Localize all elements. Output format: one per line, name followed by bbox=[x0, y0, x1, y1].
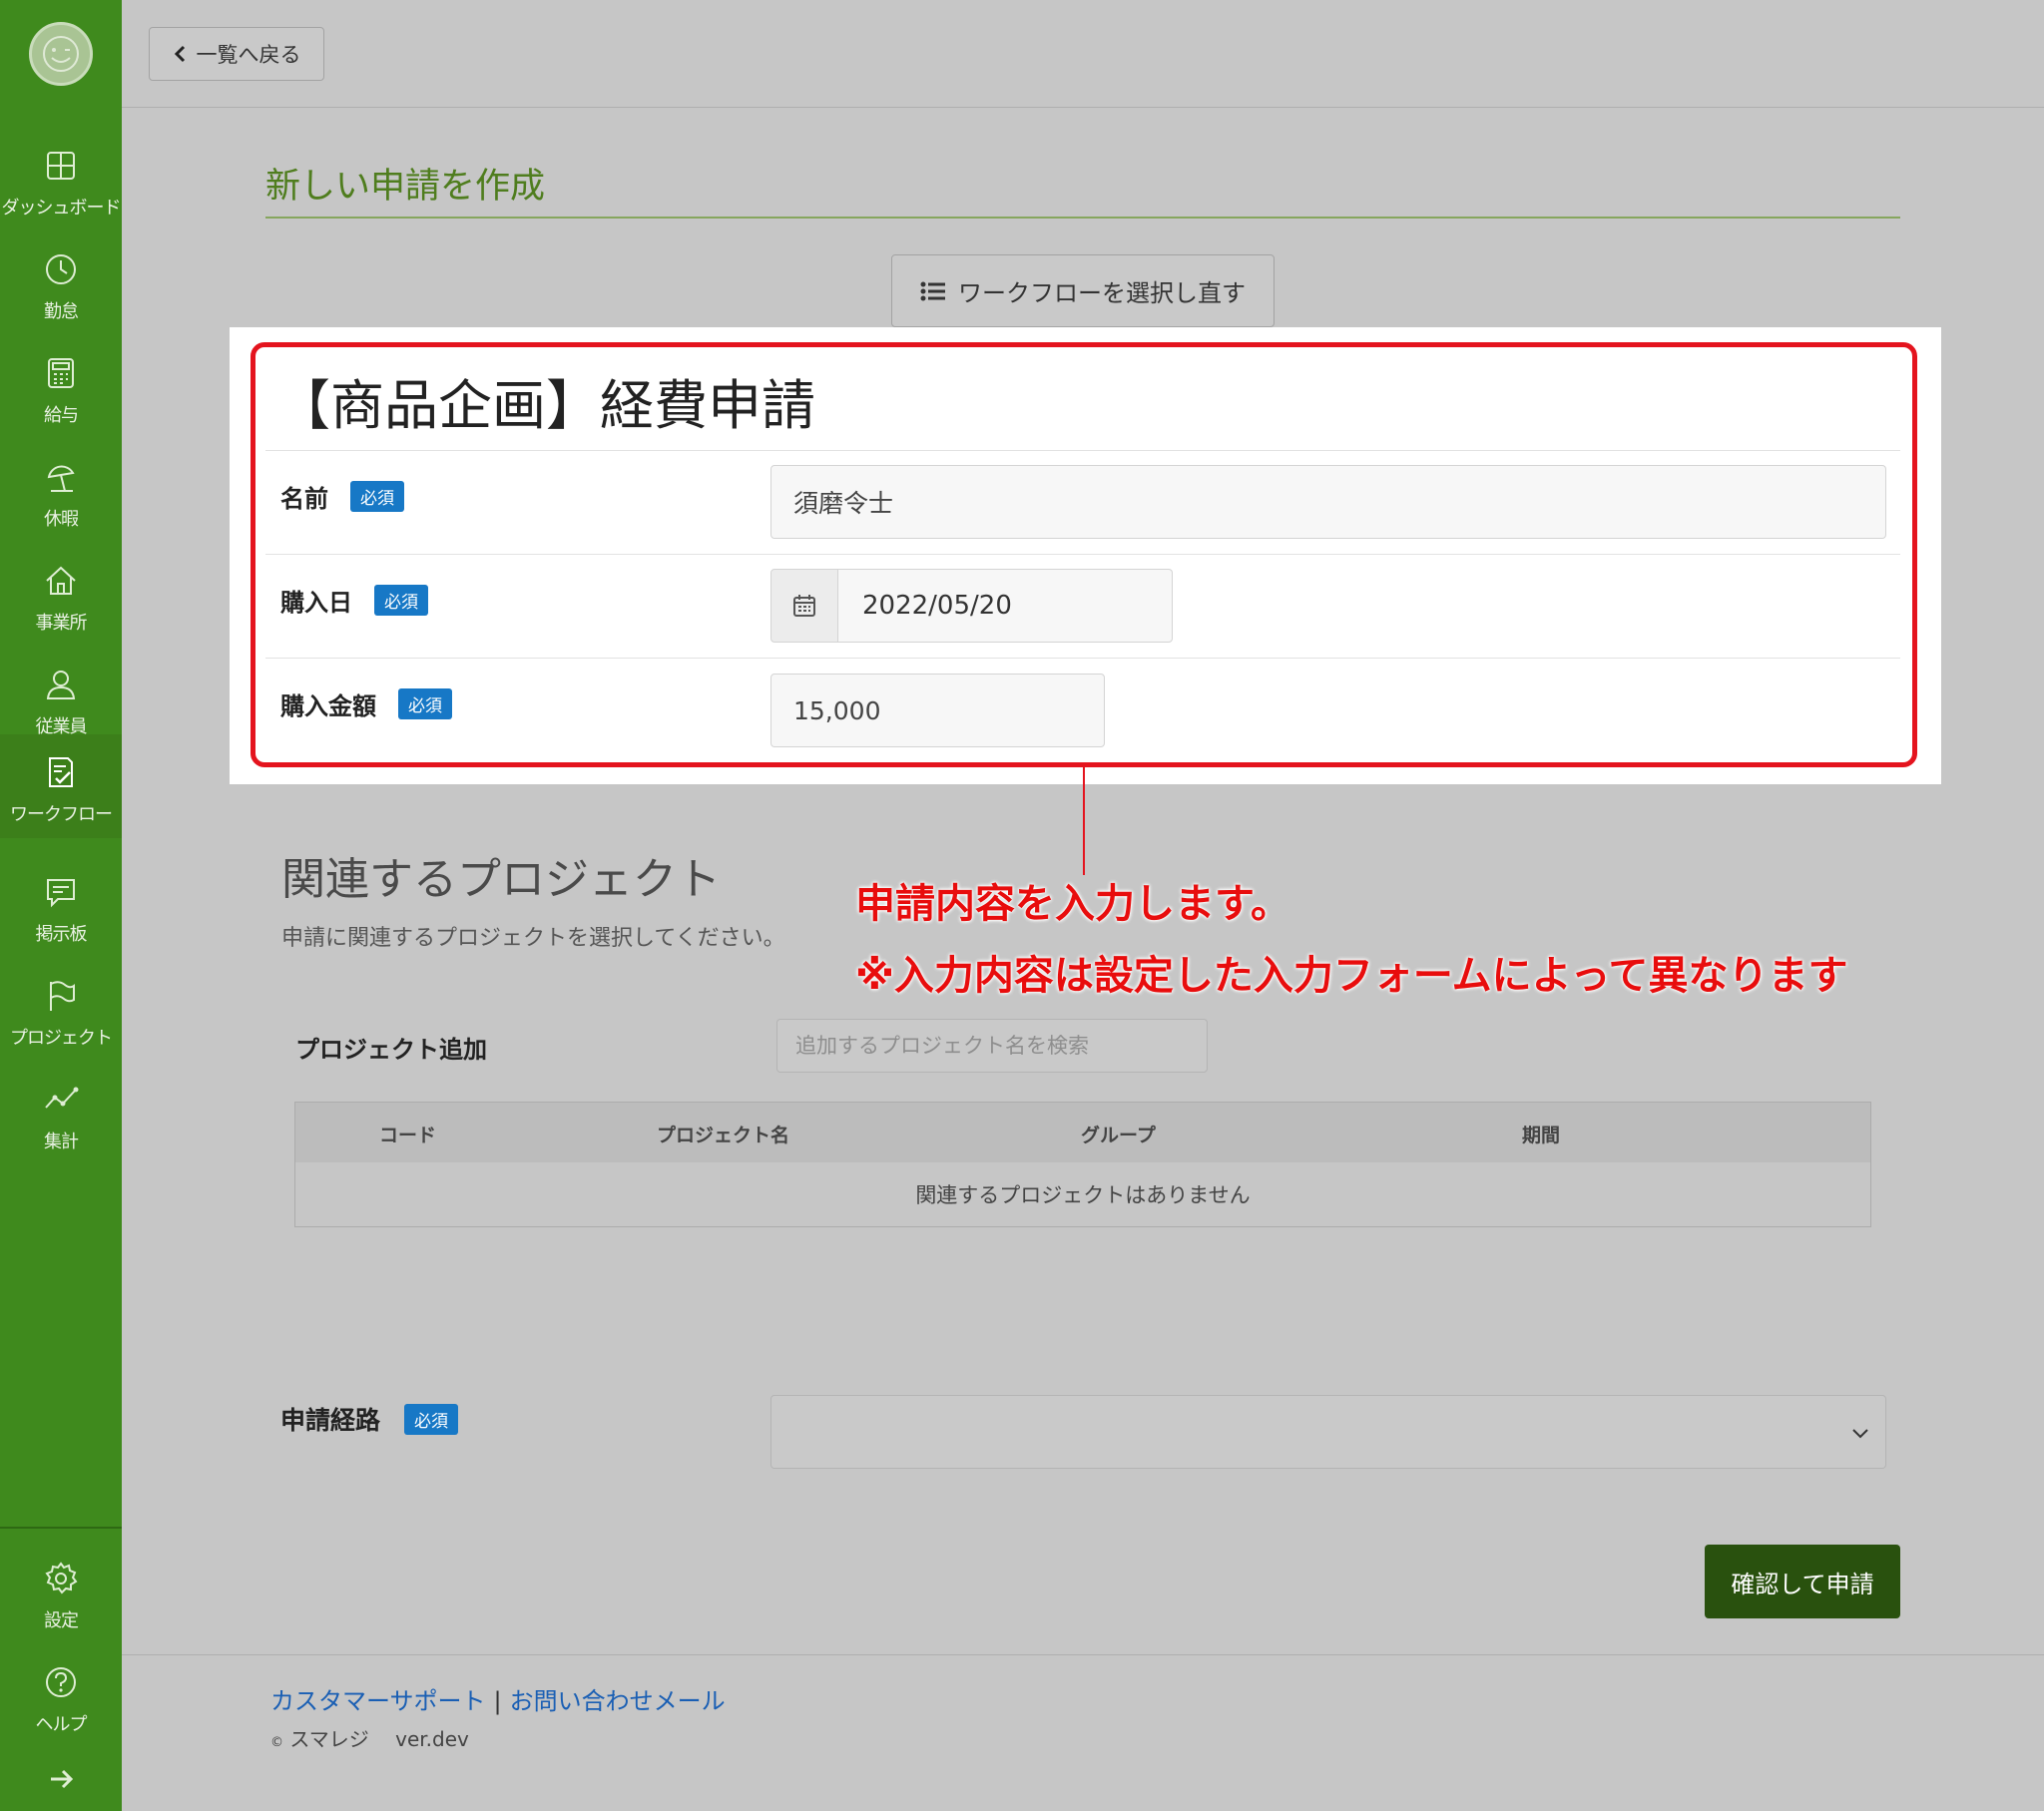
purchase-date-field-label: 購入日 必須 bbox=[280, 583, 428, 618]
help-icon bbox=[46, 1667, 76, 1697]
contact-mail-link[interactable]: お問い合わせメール bbox=[510, 1687, 726, 1715]
sidebar-item-reports[interactable]: 集計 bbox=[0, 1062, 122, 1165]
name-input[interactable]: 須磨令士 bbox=[770, 465, 1886, 539]
purchase-date-value: 2022/05/20 bbox=[862, 591, 1012, 621]
purchase-date-label-text: 購入日 bbox=[280, 589, 352, 617]
sidebar-item-label: プロジェクト bbox=[10, 1028, 113, 1049]
chevron-down-icon bbox=[1852, 1429, 1868, 1439]
list-icon bbox=[920, 281, 945, 300]
form-title: 【商品企画】経費申請 bbox=[276, 374, 815, 437]
back-to-list-label: 一覧へ戻る bbox=[196, 43, 301, 67]
purchase-amount-label-text: 購入金額 bbox=[280, 692, 376, 720]
sidebar-item-label: ヘルプ bbox=[35, 1714, 88, 1735]
related-projects-title: 関連するプロジェクト bbox=[281, 854, 721, 905]
sidebar-item-project[interactable]: プロジェクト bbox=[0, 958, 122, 1062]
expand-sidebar-icon[interactable] bbox=[43, 1764, 79, 1794]
purchase-amount-input[interactable]: 15,000 bbox=[770, 674, 1105, 747]
sidebar-item-attendance[interactable]: 勤怠 bbox=[0, 231, 122, 335]
approval-route-label-text: 申請経路 bbox=[280, 1406, 381, 1435]
copyright: © スマレジ ver.dev bbox=[270, 1723, 469, 1752]
footer-divider bbox=[122, 1654, 2044, 1655]
column-header-project-name: プロジェクト名 bbox=[657, 1125, 790, 1146]
sidebar-item-payroll[interactable]: 給与 bbox=[0, 335, 122, 439]
purchase-date-picker: 2022/05/20 bbox=[770, 569, 1173, 643]
column-header-group: グループ bbox=[1081, 1125, 1156, 1146]
sidebar-item-label: 勤怠 bbox=[44, 301, 79, 322]
row-divider bbox=[265, 554, 1900, 555]
page-title: 新しい申請を作成 bbox=[265, 167, 546, 207]
sidebar-item-settings[interactable]: 設定 bbox=[0, 1541, 122, 1644]
project-search-input[interactable] bbox=[776, 1019, 1208, 1073]
required-badge: 必須 bbox=[350, 481, 404, 512]
purchase-amount-field-label: 購入金額 必須 bbox=[280, 686, 452, 721]
purchase-date-input[interactable]: 2022/05/20 bbox=[838, 569, 1173, 643]
copyright-symbol: © bbox=[270, 1735, 283, 1750]
chevron-left-icon bbox=[174, 45, 185, 63]
calendar-icon bbox=[793, 595, 815, 617]
required-badge: 必須 bbox=[404, 1403, 459, 1435]
line-chart-icon bbox=[45, 1087, 79, 1109]
sidebar-item-label: 給与 bbox=[44, 405, 79, 426]
column-header-code: コード bbox=[379, 1125, 437, 1146]
document-check-icon bbox=[49, 757, 73, 787]
person-icon bbox=[46, 671, 76, 699]
smiley-icon bbox=[43, 36, 79, 72]
sidebar-item-label: 掲示板 bbox=[35, 924, 88, 945]
calendar-button[interactable] bbox=[770, 569, 838, 643]
sidebar-item-label: 休暇 bbox=[44, 509, 79, 530]
project-add-label: プロジェクト追加 bbox=[295, 1036, 487, 1064]
sidebar-item-label: 事業所 bbox=[35, 613, 88, 634]
sidebar-item-label: 集計 bbox=[44, 1132, 79, 1152]
house-icon bbox=[46, 566, 76, 595]
sidebar-item-bulletin[interactable]: 掲示板 bbox=[0, 854, 122, 958]
column-header-period: 期間 bbox=[1522, 1125, 1561, 1146]
sidebar-item-dashboard[interactable]: ダッシュボード bbox=[0, 128, 122, 231]
sidebar-item-label: ダッシュボード bbox=[1, 198, 122, 219]
version-text: ver.dev bbox=[395, 1727, 469, 1751]
required-badge: 必須 bbox=[398, 688, 452, 719]
sidebar-item-label: ワークフロー bbox=[10, 804, 113, 825]
footer-links: カスタマーサポート | お問い合わせメール bbox=[270, 1681, 726, 1716]
customer-support-link[interactable]: カスタマーサポート bbox=[270, 1687, 486, 1715]
title-divider bbox=[265, 217, 1900, 219]
related-projects-table: コード プロジェクト名 グループ 期間 関連するプロジェクトはありません bbox=[294, 1102, 1871, 1227]
sidebar: ダッシュボード 勤怠 給与 休暇 事業所 従業員 ワークフロー 掲示板 プロジェ… bbox=[0, 0, 122, 1811]
sidebar-item-help[interactable]: ヘルプ bbox=[0, 1644, 122, 1748]
user-avatar[interactable] bbox=[29, 22, 93, 86]
back-to-list-button[interactable]: 一覧へ戻る bbox=[149, 27, 324, 81]
sidebar-item-leave[interactable]: 休暇 bbox=[0, 439, 122, 543]
annotation-text-line-1: 申請内容を入力します。 bbox=[855, 881, 1290, 927]
clock-icon bbox=[46, 254, 76, 284]
sidebar-item-label: 設定 bbox=[44, 1610, 79, 1631]
purchase-amount-value: 15,000 bbox=[793, 695, 881, 725]
confirm-and-submit-button[interactable]: 確認して申請 bbox=[1705, 1545, 1900, 1618]
reselect-workflow-button[interactable]: ワークフローを選択し直す bbox=[891, 254, 1275, 327]
footer-separator: | bbox=[493, 1687, 502, 1715]
table-header: コード プロジェクト名 グループ 期間 bbox=[295, 1103, 1870, 1162]
dashboard-icon bbox=[47, 152, 75, 180]
reselect-workflow-label: ワークフローを選択し直す bbox=[958, 279, 1246, 307]
name-value: 須磨令士 bbox=[793, 489, 894, 518]
annotation-connector-line bbox=[1083, 767, 1085, 875]
company-name: スマレジ bbox=[289, 1727, 369, 1751]
sidebar-item-office[interactable]: 事業所 bbox=[0, 543, 122, 647]
approval-route-select[interactable] bbox=[770, 1395, 1886, 1469]
approval-route-label: 申請経路 必須 bbox=[280, 1401, 459, 1437]
annotation-text-line-2: ※入力内容は設定した入力フォームによって異なります bbox=[855, 953, 1848, 999]
sidebar-divider bbox=[0, 1527, 122, 1529]
related-projects-description: 申請に関連するプロジェクトを選択してください。 bbox=[281, 926, 785, 951]
empty-table-message: 関連するプロジェクトはありません bbox=[915, 1183, 1251, 1207]
calculator-icon bbox=[48, 358, 74, 388]
required-badge: 必須 bbox=[374, 585, 428, 616]
gear-icon bbox=[45, 1562, 78, 1594]
sidebar-item-workflow[interactable]: ワークフロー bbox=[0, 734, 122, 838]
name-label-text: 名前 bbox=[280, 485, 328, 513]
name-field-label: 名前 必須 bbox=[280, 479, 404, 514]
row-divider bbox=[265, 450, 1900, 451]
chat-bubble-icon bbox=[47, 879, 75, 908]
flag-icon bbox=[50, 981, 75, 1011]
row-divider bbox=[265, 658, 1900, 659]
topbar: 一覧へ戻る bbox=[122, 0, 2044, 108]
beach-umbrella-icon bbox=[47, 465, 75, 492]
